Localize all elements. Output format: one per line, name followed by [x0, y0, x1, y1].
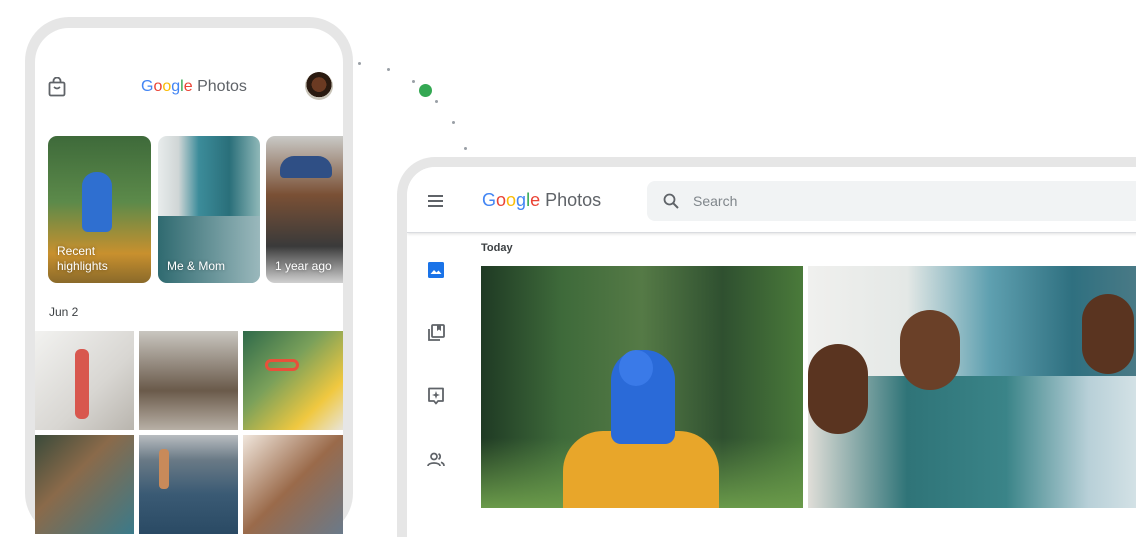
photo-thumbnail[interactable] [139, 435, 238, 534]
logo-letter: o [162, 78, 172, 95]
status-dot [419, 84, 432, 97]
memory-label: 1 year ago [275, 259, 332, 273]
album-icon[interactable] [426, 323, 446, 343]
photo-thumbnail[interactable] [139, 331, 238, 430]
logo-letter: e [183, 78, 193, 95]
top-app-bar: Google Photos [407, 167, 1136, 233]
logo-product: Photos [197, 78, 247, 95]
decor-dot [387, 68, 390, 71]
search-bar[interactable] [647, 181, 1136, 221]
memory-card[interactable]: Me & Mom [158, 136, 260, 283]
logo-letter: G [141, 78, 154, 95]
phone-frame: Google Photos Recent highlights Me & Mom… [25, 17, 353, 537]
logo-letter: g [171, 78, 181, 95]
photo-thumbnail[interactable] [808, 266, 1136, 508]
date-heading: Jun 2 [49, 305, 79, 319]
shopping-bag-icon[interactable] [48, 77, 66, 97]
decor-dot [464, 147, 467, 150]
memory-label: Me & Mom [167, 259, 226, 273]
search-icon[interactable] [663, 193, 679, 209]
logo-letter: o [506, 190, 517, 210]
decor-dot [412, 80, 415, 83]
decor-dot [435, 100, 438, 103]
memory-card[interactable]: 1 year ago [266, 136, 343, 283]
decor-dot [452, 121, 455, 124]
photo-thumbnail[interactable] [481, 266, 803, 508]
laptop-screen: Google Photos Search Today [407, 167, 1136, 537]
logo-letter: o [496, 190, 507, 210]
photo-subject [280, 156, 332, 178]
photo-subject [82, 172, 112, 232]
logo-letter: G [482, 190, 497, 210]
decor-dot [358, 62, 361, 65]
date-heading: Today [481, 242, 513, 254]
logo-product: Photos [545, 190, 602, 210]
photo-thumbnail[interactable] [35, 331, 134, 430]
logo-letter: g [516, 190, 527, 210]
phone-screen: Google Photos Recent highlights Me & Mom… [35, 28, 343, 537]
laptop-frame: Google Photos Search Today [397, 157, 1136, 537]
people-icon[interactable] [426, 450, 446, 470]
photo-icon[interactable] [426, 260, 446, 280]
photo-thumbnail[interactable] [243, 331, 343, 430]
hamburger-menu-icon[interactable] [428, 195, 443, 207]
avatar[interactable] [305, 72, 333, 100]
memories-carousel: Recent highlights Me & Mom 1 year ago [48, 136, 343, 284]
logo-letter: e [530, 190, 541, 210]
memory-label: Recent highlights [57, 244, 108, 273]
photo-thumbnail[interactable] [243, 435, 343, 534]
memory-card[interactable]: Recent highlights [48, 136, 151, 283]
assistant-icon[interactable] [426, 386, 446, 406]
search-input[interactable] [693, 191, 1093, 211]
google-photos-logo[interactable]: Google Photos [482, 190, 601, 211]
phone-header: Google Photos [35, 72, 343, 114]
photo-thumbnail[interactable] [35, 435, 134, 534]
google-photos-logo: Google Photos [141, 78, 247, 96]
